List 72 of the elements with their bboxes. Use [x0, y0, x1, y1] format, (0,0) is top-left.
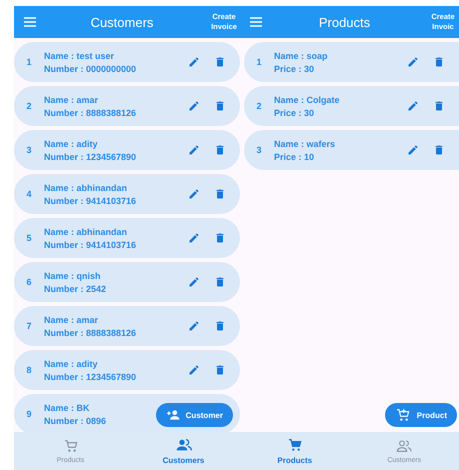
person-add-icon	[166, 408, 180, 422]
item-detail: Name : BK	[44, 402, 91, 412]
delete-button[interactable]	[214, 232, 226, 244]
item-number: 1	[255, 57, 262, 67]
edit-button[interactable]	[188, 320, 200, 332]
delete-button[interactable]	[214, 100, 226, 112]
item-number: 6	[25, 277, 32, 287]
edit-button[interactable]	[407, 144, 419, 156]
item-detail: Number : 9414103716	[44, 240, 138, 250]
add-button[interactable]: Customer	[156, 403, 233, 427]
item-detail: Number : 1234567890	[44, 152, 138, 162]
item-number: 7	[25, 321, 32, 331]
menu-icon[interactable]	[24, 17, 36, 27]
item-number: 4	[25, 189, 32, 199]
people-icon	[176, 437, 192, 453]
item-detail: Name : Colgate	[274, 94, 341, 104]
item-detail: Number : 0000000000	[44, 64, 138, 74]
item-detail: Number : 2542	[44, 284, 108, 294]
item-detail: Number : 0896	[44, 416, 108, 426]
edit-button[interactable]	[407, 56, 419, 68]
edit-button[interactable]	[188, 188, 200, 200]
item-number: 5	[25, 233, 32, 243]
delete-button[interactable]	[433, 144, 445, 156]
people-icon	[396, 438, 412, 454]
edit-button[interactable]	[188, 100, 200, 112]
item-detail: Price : 10	[274, 152, 316, 162]
item-detail: Name : soap	[274, 50, 329, 60]
item-detail: Name : adity	[44, 138, 99, 148]
item-detail: Name : amar	[44, 314, 100, 324]
item-detail: Number : 1234567890	[44, 372, 138, 382]
delete-button[interactable]	[214, 364, 226, 376]
cart-icon	[62, 438, 78, 454]
nav-tab[interactable]: Products	[240, 432, 350, 470]
item-number: 2	[25, 101, 32, 111]
item-number: 8	[25, 365, 32, 375]
cart-icon	[286, 437, 303, 453]
nav-tab[interactable]: Customers	[127, 432, 240, 470]
delete-button[interactable]	[433, 100, 445, 112]
item-detail: Name : abhinandan	[44, 226, 128, 236]
delete-button[interactable]	[214, 276, 226, 288]
item-detail: Name : amar	[44, 94, 100, 104]
screen-title: Customers	[90, 14, 154, 30]
screen-title: Products	[318, 14, 372, 30]
edit-button[interactable]	[188, 144, 200, 156]
delete-button[interactable]	[214, 144, 226, 156]
item-number: 3	[25, 145, 32, 155]
item-detail: Price : 30	[274, 64, 316, 74]
delete-button[interactable]	[214, 56, 226, 68]
item-number: 3	[255, 145, 262, 155]
edit-button[interactable]	[188, 364, 200, 376]
item-detail: Name : qnish	[44, 270, 102, 280]
item-detail: Number : 8888388126	[44, 108, 138, 118]
edit-button[interactable]	[407, 100, 419, 112]
item-detail: Name : test user	[44, 50, 116, 60]
edit-button[interactable]	[188, 56, 200, 68]
edit-button[interactable]	[188, 232, 200, 244]
cart-icon	[394, 407, 411, 423]
menu-icon[interactable]	[250, 17, 262, 27]
edit-button[interactable]	[188, 276, 200, 288]
item-detail: Name : abhinandan	[44, 182, 128, 192]
delete-button[interactable]	[214, 320, 226, 332]
item-detail: Price : 30	[274, 108, 316, 118]
delete-button[interactable]	[214, 188, 226, 200]
delete-button[interactable]	[433, 56, 445, 68]
item-number: 9	[25, 409, 32, 419]
item-detail: Number : 8888388126	[44, 328, 138, 338]
item-detail: Name : wafers	[274, 138, 336, 148]
add-button[interactable]: Product	[384, 403, 457, 427]
item-detail: Name : adity	[44, 358, 99, 368]
item-detail: Number : 9414103716	[44, 196, 138, 206]
item-number: 1	[25, 57, 32, 67]
item-number: 2	[255, 101, 262, 111]
